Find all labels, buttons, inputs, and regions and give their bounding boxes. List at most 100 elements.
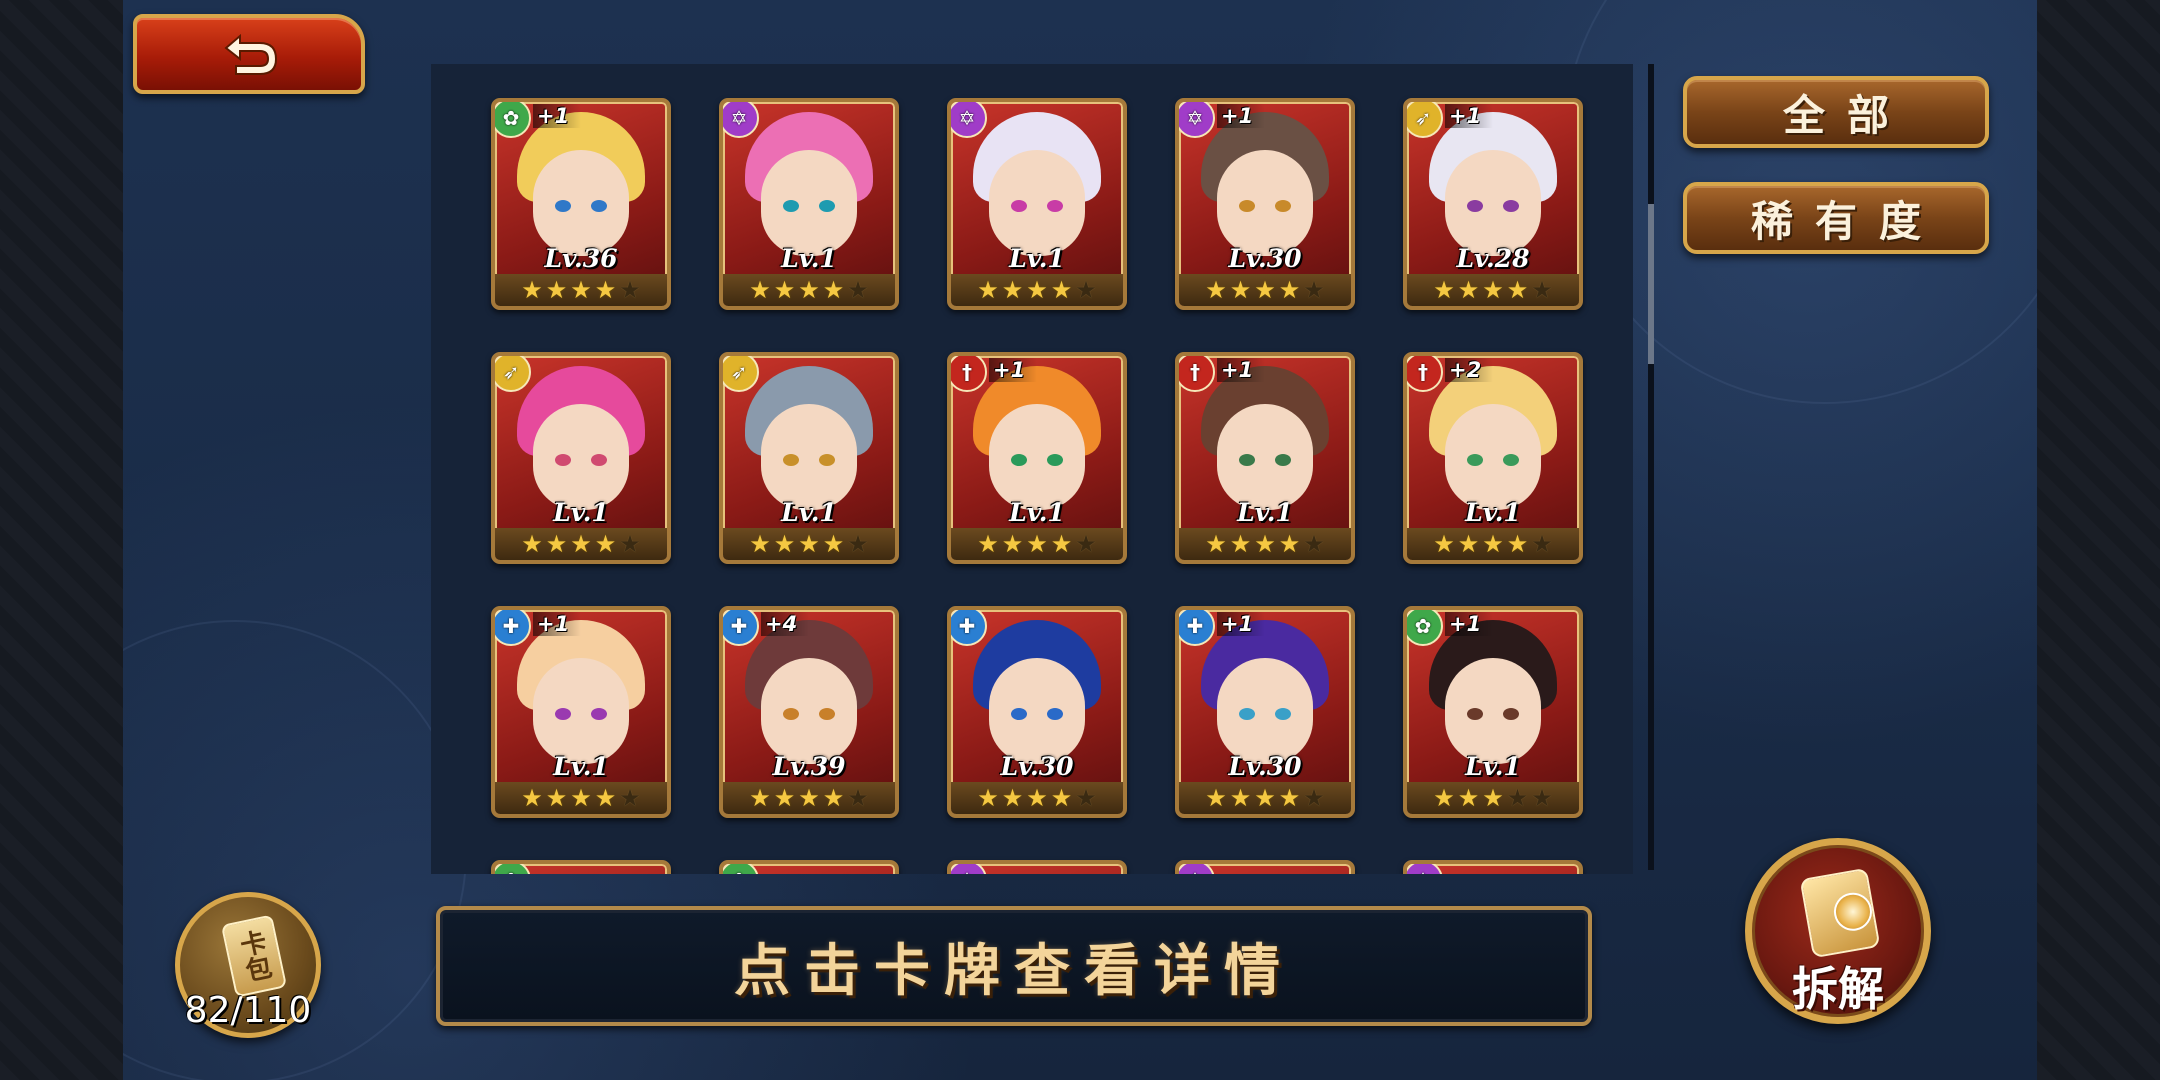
star-icon: ★ bbox=[570, 784, 592, 812]
portrait-face bbox=[1445, 404, 1541, 510]
star-icon: ★ bbox=[1531, 784, 1553, 812]
card-level: Lv.1 bbox=[781, 498, 837, 527]
bow-icon: ➶ bbox=[1407, 102, 1443, 138]
portrait-face bbox=[989, 658, 1085, 764]
star-icon: ★ bbox=[1433, 276, 1455, 304]
back-button[interactable] bbox=[133, 14, 365, 94]
star-icon: ★ bbox=[1303, 276, 1325, 304]
card-level: Lv.1 bbox=[553, 752, 609, 781]
star-icon: ★ bbox=[773, 530, 796, 558]
character-card[interactable]: ✡ bbox=[1403, 860, 1583, 874]
card-level: Lv.1 bbox=[1465, 752, 1521, 781]
star-icon: ★ bbox=[545, 276, 568, 304]
star-icon: ★ bbox=[773, 784, 796, 812]
card-level: Lv.1 bbox=[1465, 498, 1521, 527]
character-card[interactable]: Lv.1 ★ ★ ★ ★ ★ † +1 bbox=[1175, 352, 1355, 564]
star-icon: ★ bbox=[570, 276, 592, 304]
portrait-eye bbox=[1047, 454, 1063, 466]
scrollbar-thumb[interactable] bbox=[1648, 204, 1654, 364]
leaf-icon: ✿ bbox=[495, 864, 531, 874]
character-card[interactable]: Lv.28 ★ ★ ★ ★ ★ ➶ +1 bbox=[1403, 98, 1583, 310]
star-rating: ★ ★ ★ ★ ★ bbox=[951, 528, 1123, 560]
enhance-count: +1 bbox=[989, 358, 1038, 382]
star-icon: ★ bbox=[1075, 276, 1097, 304]
character-card[interactable]: Lv.1 ★ ★ ★ ★ ★ ➶ bbox=[491, 352, 671, 564]
portrait-eye bbox=[591, 200, 607, 212]
character-card[interactable]: Lv.39 ★ ★ ★ ★ ★ ✚ +4 bbox=[719, 606, 899, 818]
star-icon: ✡ bbox=[723, 102, 759, 138]
star-icon: ★ bbox=[847, 530, 869, 558]
portrait-eye bbox=[1503, 200, 1519, 212]
star-icon: ★ bbox=[1026, 784, 1048, 812]
star-icon: ★ bbox=[798, 784, 820, 812]
card-level: Lv.36 bbox=[544, 244, 618, 273]
star-icon: ✡ bbox=[1179, 102, 1215, 138]
character-card[interactable]: ✡ bbox=[947, 860, 1127, 874]
star-icon: ★ bbox=[1278, 784, 1301, 812]
character-card[interactable]: Lv.1 ★ ★ ★ ★ ★ ✡ bbox=[947, 98, 1127, 310]
star-icon: ★ bbox=[1278, 530, 1301, 558]
star-icon: ★ bbox=[619, 530, 641, 558]
character-card[interactable]: Lv.1 ★ ★ ★ ★ ★ ✡ bbox=[719, 98, 899, 310]
portrait-eye bbox=[819, 454, 835, 466]
character-card[interactable]: Lv.30 ★ ★ ★ ★ ★ ✚ bbox=[947, 606, 1127, 818]
character-card[interactable]: Lv.1 ★ ★ ★ ★ ★ ➶ bbox=[719, 352, 899, 564]
character-card[interactable]: Lv.1 ★ ★ ★ ★ ★ † +1 bbox=[947, 352, 1127, 564]
portrait-face bbox=[989, 404, 1085, 510]
filter-all-button[interactable]: 全部 bbox=[1683, 76, 1989, 148]
leaf-icon: ✿ bbox=[723, 864, 759, 874]
portrait-face bbox=[1445, 150, 1541, 256]
portrait-eye bbox=[783, 200, 799, 212]
star-icon: ★ bbox=[847, 276, 869, 304]
character-card[interactable]: ✿ bbox=[491, 860, 671, 874]
star-icon: ★ bbox=[749, 784, 771, 812]
star-icon: ✡ bbox=[951, 864, 987, 874]
portrait-eye bbox=[591, 708, 607, 720]
portrait-eye bbox=[1239, 708, 1255, 720]
star-rating: ★ ★ ★ ★ ★ bbox=[723, 782, 895, 814]
portrait-eye bbox=[1467, 200, 1483, 212]
portrait-face bbox=[533, 658, 629, 764]
portrait-eye bbox=[1467, 708, 1483, 720]
star-icon: ★ bbox=[1229, 276, 1252, 304]
card-grid-panel[interactable]: Lv.36 ★ ★ ★ ★ ★ ✿ +1 Lv.1 ★ ★ ★ ★ ★ ✡ Lv.1 ★ ★ ★ ★ ★ ✡ Lv.30 ★ ★… bbox=[431, 64, 1633, 874]
star-icon: ★ bbox=[1433, 530, 1455, 558]
character-card[interactable]: Lv.1 ★ ★ ★ ★ ★ ✿ +1 bbox=[1403, 606, 1583, 818]
card-level: Lv.30 bbox=[1228, 244, 1302, 273]
hint-banner: 点击卡牌查看详情 bbox=[436, 906, 1592, 1026]
star-rating: ★ ★ ★ ★ ★ bbox=[951, 274, 1123, 306]
star-icon: ★ bbox=[1229, 784, 1252, 812]
card-level: Lv.30 bbox=[1000, 752, 1074, 781]
scrollbar[interactable] bbox=[1648, 64, 1654, 870]
star-icon: ★ bbox=[1254, 784, 1276, 812]
star-icon: ★ bbox=[1457, 530, 1480, 558]
star-icon: ✡ bbox=[1179, 864, 1215, 874]
hint-text: 点击卡牌查看详情 bbox=[734, 938, 1294, 1004]
character-card[interactable]: ✿ bbox=[719, 860, 899, 874]
star-icon: ★ bbox=[1001, 276, 1024, 304]
character-card[interactable]: Lv.1 ★ ★ ★ ★ ★ ✚ +1 bbox=[491, 606, 671, 818]
portrait-eye bbox=[1011, 454, 1027, 466]
character-card[interactable]: Lv.30 ★ ★ ★ ★ ★ ✚ +1 bbox=[1175, 606, 1355, 818]
enhance-count: +2 bbox=[1445, 358, 1494, 382]
leaf-icon: ✿ bbox=[1407, 610, 1443, 646]
character-card[interactable]: Lv.36 ★ ★ ★ ★ ★ ✿ +1 bbox=[491, 98, 671, 310]
character-card[interactable]: ✡ bbox=[1175, 860, 1355, 874]
portrait-eye bbox=[1047, 200, 1063, 212]
portrait-eye bbox=[1503, 708, 1519, 720]
portrait-face bbox=[761, 658, 857, 764]
character-card[interactable]: Lv.1 ★ ★ ★ ★ ★ † +2 bbox=[1403, 352, 1583, 564]
bow-icon: ➶ bbox=[495, 356, 531, 392]
star-icon: ★ bbox=[1205, 784, 1227, 812]
star-icon: ★ bbox=[822, 784, 845, 812]
character-card[interactable]: Lv.30 ★ ★ ★ ★ ★ ✡ +1 bbox=[1175, 98, 1355, 310]
star-rating: ★ ★ ★ ★ ★ bbox=[1179, 782, 1351, 814]
star-icon: ★ bbox=[773, 276, 796, 304]
star-icon: ★ bbox=[977, 784, 999, 812]
portrait-face bbox=[1217, 658, 1313, 764]
star-rating: ★ ★ ★ ★ ★ bbox=[1179, 528, 1351, 560]
portrait-eye bbox=[1467, 454, 1483, 466]
star-icon: ★ bbox=[1457, 276, 1480, 304]
dismantle-button[interactable]: 拆解 bbox=[1745, 838, 1931, 1024]
filter-rarity-button[interactable]: 稀有度 bbox=[1683, 182, 1989, 254]
